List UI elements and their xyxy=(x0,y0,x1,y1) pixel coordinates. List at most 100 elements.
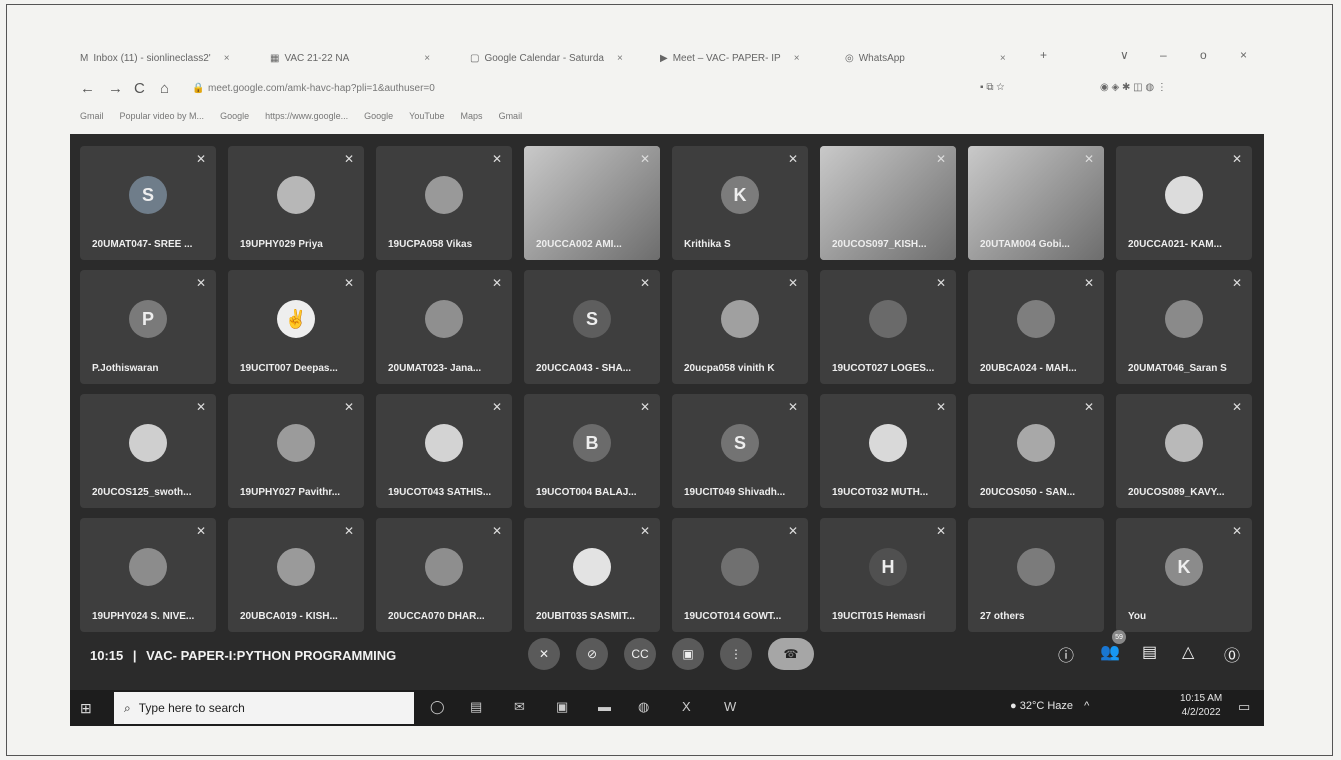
more-options-button[interactable]: ⋮ xyxy=(720,638,752,670)
participant-tile[interactable]: ✕ 20UMAT046_Saran S xyxy=(1116,270,1252,384)
tab-search-icon[interactable]: ∨ xyxy=(1120,48,1129,62)
info-icon[interactable]: ⓘ xyxy=(1058,642,1074,666)
reload-icon[interactable]: C xyxy=(134,80,145,97)
task-view-icon[interactable]: ▤ xyxy=(470,699,482,715)
captions-button[interactable]: CC xyxy=(624,638,656,670)
participant-tile[interactable]: ✕ 19UCOT014 GOWT... xyxy=(672,518,808,632)
participant-avatar: S xyxy=(721,424,759,462)
close-icon[interactable]: × xyxy=(424,53,430,64)
participant-tile[interactable]: ✕ 20UTAM004 Gobi... xyxy=(968,146,1104,260)
activities-icon[interactable]: △ xyxy=(1182,642,1194,662)
word-icon[interactable]: W xyxy=(724,699,736,714)
extension-icons[interactable]: ▪ ⧉ ☆ xyxy=(980,82,1004,93)
bookmark-gmail-2[interactable]: Gmail xyxy=(499,111,523,121)
participant-tile[interactable]: K ✕ Krithika S xyxy=(672,146,808,260)
participant-tile[interactable]: S ✕ 20UMAT047- SREE ... xyxy=(80,146,216,260)
chrome-icon[interactable]: ◍ xyxy=(638,699,649,715)
meet-window: S ✕ 20UMAT047- SREE ... ✕ 19UPHY029 Priya ✕ 19… xyxy=(70,134,1264,690)
tray-expand-icon[interactable]: ^ xyxy=(1084,700,1089,712)
participant-avatar xyxy=(721,548,759,586)
camera-toggle-button[interactable]: ⊘ xyxy=(576,638,608,670)
participant-name: 19UCIT049 Shivadh... xyxy=(684,487,786,498)
participant-tile[interactable]: ✕ 20UCCA070 DHAR... xyxy=(376,518,512,632)
windows-start-icon[interactable]: ⊞ xyxy=(80,700,92,717)
participant-tile[interactable]: ✕ 20UCOS050 - SAN... xyxy=(968,394,1104,508)
mail-icon[interactable]: ✉ xyxy=(514,699,525,715)
host-controls-icon[interactable]: ⓪ xyxy=(1224,642,1240,666)
notification-icon[interactable]: ▭ xyxy=(1238,699,1250,715)
close-icon[interactable]: × xyxy=(794,53,800,64)
participant-tile[interactable]: ✕ 19UPHY029 Priya xyxy=(228,146,364,260)
participant-tile[interactable]: ✕ 19UPHY027 Pavithr... xyxy=(228,394,364,508)
bookmark-google[interactable]: Google xyxy=(220,111,249,121)
home-icon[interactable]: ⌂ xyxy=(160,80,169,97)
close-icon[interactable]: × xyxy=(1000,53,1006,64)
people-icon[interactable]: 👥 xyxy=(1100,642,1120,662)
file-explorer-icon[interactable]: ▬ xyxy=(598,699,611,714)
forward-icon[interactable]: → xyxy=(108,80,123,97)
participant-tile[interactable]: ✕ 19UPHY024 S. NIVE... xyxy=(80,518,216,632)
bookmark-youtube[interactable]: YouTube xyxy=(409,111,444,121)
mic-muted-icon: ✕ xyxy=(935,400,946,414)
participant-tile[interactable]: ✕ 20UCOS097_KISH... xyxy=(820,146,956,260)
bookmark-google-2[interactable]: Google xyxy=(364,111,393,121)
participant-tile[interactable]: ✕ 20UBCA024 - MAH... xyxy=(968,270,1104,384)
participant-name: 27 others xyxy=(980,611,1025,622)
participant-tile[interactable]: ✕ 20UCCA002 AMI... xyxy=(524,146,660,260)
browser-tab-strip: M Inbox (11) - sionlineclass2' × ▦ VAC 2… xyxy=(80,48,1270,68)
excel-icon[interactable]: X xyxy=(682,699,691,714)
close-icon[interactable]: × xyxy=(224,53,230,64)
participant-tile[interactable]: ✕ 20ucpa058 vinith K xyxy=(672,270,808,384)
participant-tile[interactable]: ✌ ✕ 19UCIT007 Deepas... xyxy=(228,270,364,384)
tab-vac-sheet[interactable]: ▦ VAC 21-22 NA × xyxy=(270,48,430,68)
participant-tile[interactable]: B ✕ 19UCOT004 BALAJ... xyxy=(524,394,660,508)
participant-tile[interactable]: S ✕ 19UCIT049 Shivadh... xyxy=(672,394,808,508)
participant-tile[interactable]: S ✕ 20UCCA043 - SHA... xyxy=(524,270,660,384)
bookmark-maps[interactable]: Maps xyxy=(461,111,483,121)
participant-tile[interactable]: 27 others xyxy=(968,518,1104,632)
mic-toggle-button[interactable]: ✕ xyxy=(528,638,560,670)
tab-meet[interactable]: ▶ Meet – VAC- PAPER- IP × xyxy=(660,48,800,68)
participant-tile[interactable]: ✕ 20UMAT023- Jana... xyxy=(376,270,512,384)
present-button[interactable]: ▣ xyxy=(672,638,704,670)
bookmark-google-url[interactable]: https://www.google... xyxy=(265,111,348,121)
participant-tile[interactable]: K ✕ You xyxy=(1116,518,1252,632)
chat-icon[interactable]: ▤ xyxy=(1142,642,1157,662)
bookmark-popular-video[interactable]: Popular video by M... xyxy=(120,111,205,121)
leave-call-button[interactable]: ☎ xyxy=(768,638,814,670)
participant-tile[interactable]: ✕ 20UBCA019 - KISH... xyxy=(228,518,364,632)
taskbar-search[interactable]: ⌕ Type here to search xyxy=(114,692,414,724)
participant-tile[interactable]: ✕ 20UBIT035 SASMIT... xyxy=(524,518,660,632)
participant-tile[interactable]: H ✕ 19UCIT015 Hemasri xyxy=(820,518,956,632)
participant-avatar xyxy=(277,548,315,586)
new-tab-button[interactable]: + xyxy=(1040,48,1047,62)
participant-tile[interactable]: ✕ 20UCCA021- KAM... xyxy=(1116,146,1252,260)
minimize-button[interactable]: – xyxy=(1160,48,1167,62)
participant-tile[interactable]: ✕ 19UCOT032 MUTH... xyxy=(820,394,956,508)
weather-widget[interactable]: ● 32°C Haze ^ xyxy=(1010,700,1089,712)
tab-calendar[interactable]: ▢ Google Calendar - Saturda × xyxy=(470,48,623,68)
taskbar-clock[interactable]: 10:15 AM 4/2/2022 xyxy=(1180,692,1222,720)
participant-tile[interactable]: ✕ 20UCOS089_KAVY... xyxy=(1116,394,1252,508)
close-icon[interactable]: × xyxy=(617,53,623,64)
participant-tile[interactable]: ✕ 20UCOS125_swoth... xyxy=(80,394,216,508)
maximize-button[interactable]: o xyxy=(1200,48,1207,62)
cortana-icon[interactable]: ◯ xyxy=(430,699,445,715)
store-icon[interactable]: ▣ xyxy=(556,699,568,715)
participant-tile[interactable]: P ✕ P.Jothiswaran xyxy=(80,270,216,384)
close-window-button[interactable]: × xyxy=(1240,48,1247,62)
participant-avatar xyxy=(1017,300,1055,338)
mic-muted-icon: ✕ xyxy=(1231,276,1242,290)
back-icon[interactable]: ← xyxy=(80,80,95,97)
mic-muted-icon: ✕ xyxy=(343,524,354,538)
url-field[interactable]: meet.google.com/amk-havc-hap?pli=1&authu… xyxy=(208,83,435,94)
participant-avatar xyxy=(573,548,611,586)
bookmark-gmail[interactable]: Gmail xyxy=(80,111,104,121)
profile-icons[interactable]: ◉ ◈ ✱ ◫ ◍ ⋮ xyxy=(1100,82,1167,93)
participant-tile[interactable]: ✕ 19UCOT027 LOGES... xyxy=(820,270,956,384)
participant-tile[interactable]: ✕ 19UCPA058 Vikas xyxy=(376,146,512,260)
tab-inbox[interactable]: M Inbox (11) - sionlineclass2' × xyxy=(80,48,230,68)
participant-tile[interactable]: ✕ 19UCOT043 SATHIS... xyxy=(376,394,512,508)
participant-avatar xyxy=(277,176,315,214)
tab-whatsapp[interactable]: ◎ WhatsApp × xyxy=(845,48,1006,68)
